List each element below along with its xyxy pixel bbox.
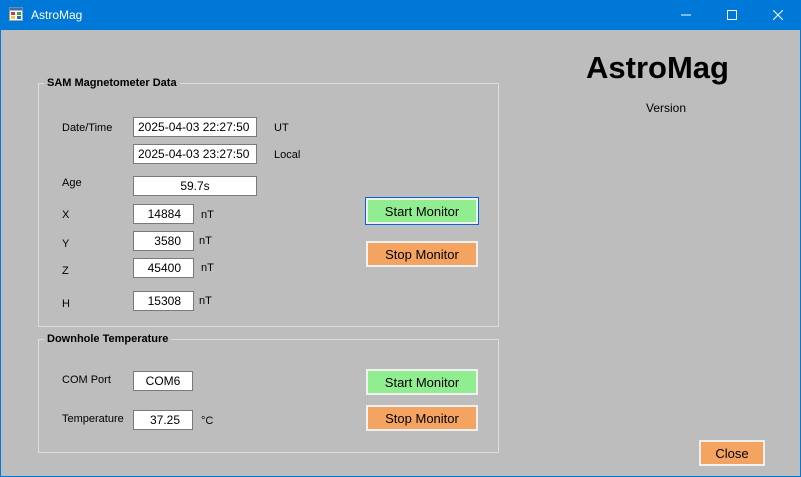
- minimize-button[interactable]: [663, 0, 709, 30]
- close-button[interactable]: Close: [699, 440, 765, 466]
- maximize-icon: [727, 10, 737, 20]
- com-port-field[interactable]: COM6: [133, 371, 193, 391]
- z-label: Z: [62, 265, 69, 277]
- local-datetime-field[interactable]: 2025-04-03 23:27:50: [133, 144, 257, 164]
- temperature-label: Temperature: [62, 413, 124, 425]
- y-unit: nT: [199, 235, 212, 247]
- maximize-button[interactable]: [709, 0, 755, 30]
- x-label: X: [62, 209, 70, 221]
- age-label: Age: [62, 177, 82, 189]
- sam-stop-monitor-button[interactable]: Stop Monitor: [366, 241, 478, 267]
- ut-datetime-field[interactable]: 2025-04-03 22:27:50: [133, 117, 257, 137]
- window-title: AstroMag: [31, 8, 83, 22]
- datetime-label: Date/Time: [62, 122, 113, 134]
- x-unit: nT: [201, 209, 214, 221]
- age-field[interactable]: 59.7s: [133, 176, 257, 196]
- x-field[interactable]: 14884: [133, 204, 194, 224]
- sam-group-title: SAM Magnetometer Data: [47, 77, 177, 89]
- com-port-label: COM Port: [62, 374, 111, 386]
- z-field[interactable]: 45400: [133, 258, 194, 278]
- brand-title: AstroMag: [586, 50, 729, 85]
- close-window-button[interactable]: [755, 0, 801, 30]
- y-field[interactable]: 3580: [133, 231, 194, 251]
- local-label: Local: [274, 149, 301, 161]
- minimize-icon: [681, 14, 691, 16]
- downhole-stop-monitor-button[interactable]: Stop Monitor: [366, 405, 478, 431]
- sam-start-monitor-button[interactable]: Start Monitor: [365, 197, 479, 225]
- client-area: SAM Magnetometer Data Date/Time 2025-04-…: [1, 30, 800, 476]
- title-bar[interactable]: AstroMag: [0, 0, 801, 30]
- temperature-unit: °C: [201, 415, 214, 427]
- z-unit: nT: [201, 262, 214, 274]
- ut-label: UT: [274, 122, 289, 134]
- h-field[interactable]: 15308: [133, 291, 194, 311]
- app-window-icon: [9, 7, 23, 21]
- h-unit: nT: [199, 295, 212, 307]
- app-window: AstroMag SAM Magnetometer Data Date/Time…: [0, 0, 801, 477]
- close-icon: [773, 10, 783, 20]
- y-label: Y: [62, 238, 70, 250]
- h-label: H: [62, 298, 70, 310]
- version-label: Version: [646, 101, 687, 115]
- downhole-start-monitor-button[interactable]: Start Monitor: [366, 369, 478, 395]
- downhole-group-title: Downhole Temperature: [47, 333, 169, 345]
- temperature-field[interactable]: 37.25: [133, 410, 193, 430]
